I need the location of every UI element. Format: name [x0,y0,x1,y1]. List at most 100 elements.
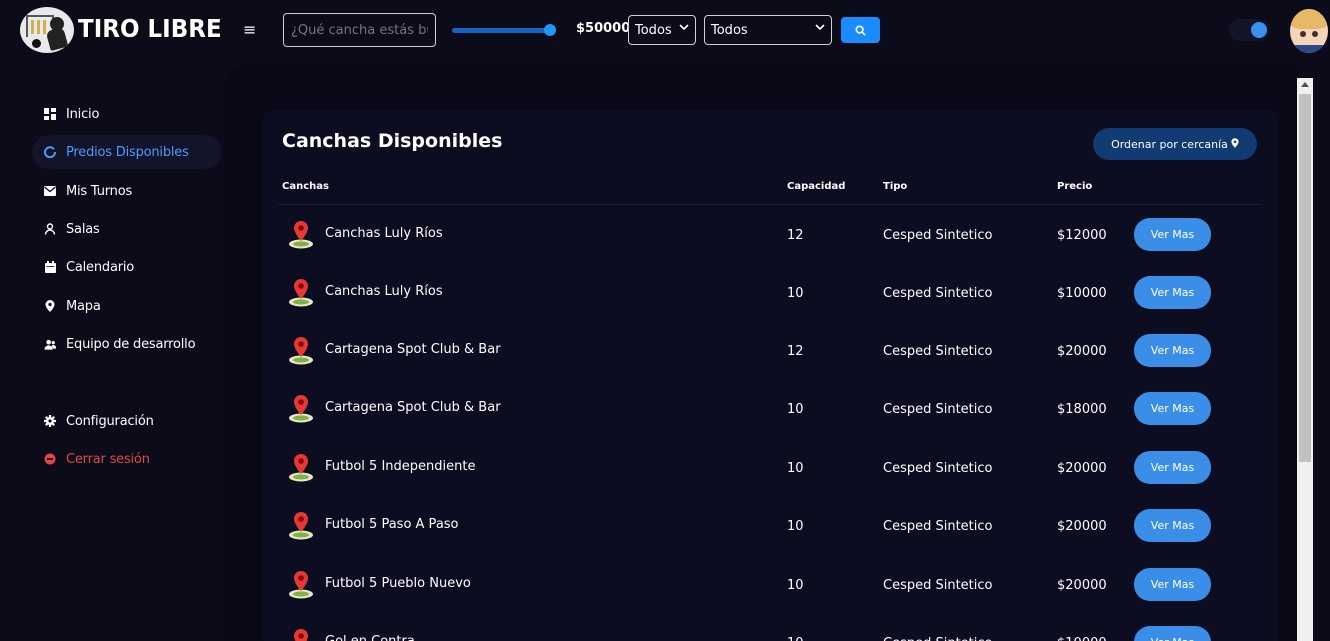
filter-select-2[interactable]: Todos [704,15,832,45]
order-by-proximity-button[interactable]: Ordenar por cercanía [1093,128,1257,160]
cancha-capacity: 10 [787,286,804,301]
player-body-graphic [45,27,69,51]
ver-mas-button[interactable]: Ver Mas [1134,451,1211,484]
avatar-hair [1290,9,1328,29]
sidebar-item-label: Calendario [66,259,135,275]
cancha-name: Canchas Luly Ríos [325,226,443,241]
map-pin-icon [44,300,56,312]
sidebar-item-label: Equipo de desarrollo [66,336,196,352]
chevron-down-icon [815,22,825,35]
brand-name[interactable]: TIRO LIBRE [78,14,222,43]
cancha-type: Cesped Sintetico [883,636,993,641]
sidebar-item-equipo-de-desarrollo[interactable]: Equipo de desarrollo [32,327,222,361]
sidebar-item-label: Salas [66,221,100,237]
sidebar-item-mis-turnos[interactable]: Mis Turnos [32,174,222,208]
sidebar-item-label: Inicio [66,106,100,122]
cancha-capacity: 12 [787,344,804,359]
cancha-capacity: 12 [787,228,804,243]
calendar-icon [44,261,56,273]
scrollbar[interactable] [1297,78,1313,641]
map-pin-icon [1231,137,1239,151]
sidebar-item-predios-disponibles[interactable]: Predios Disponibles [32,135,222,169]
users-icon [44,338,56,350]
sidebar-item-inicio[interactable]: Inicio [32,97,222,131]
logout-icon [44,453,56,465]
price-slider-thumb[interactable] [544,24,556,36]
cancha-name: Futbol 5 Pueblo Nuevo [325,576,471,591]
table-row: Canchas Luly Ríos 10 Cesped Sintetico $1000… [278,263,1262,321]
search-icon [855,21,866,40]
cancha-name: Futbol 5 Paso A Paso [325,517,459,532]
table-row: Cartagena Spot Club & Bar 10 Cesped Sintet… [278,379,1262,437]
scroll-up-arrow-icon[interactable] [1301,82,1309,87]
ver-mas-button[interactable]: Ver Mas [1134,334,1211,367]
filter-select-1[interactable]: Todos [628,15,696,45]
avatar[interactable] [1290,9,1328,53]
loading-ring-icon [44,146,56,158]
field-location-pin-icon [288,393,314,425]
cancha-type: Cesped Sintetico [883,286,993,301]
column-header-capacidad: Capacidad [787,181,846,192]
sidebar-item-salas[interactable]: Salas [32,212,222,246]
ver-mas-button[interactable]: Ver Mas [1134,276,1211,309]
ver-mas-button[interactable]: Ver Mas [1134,392,1211,425]
cancha-name: Gol en Contra [325,634,415,641]
cancha-price: $20000 [1057,578,1107,593]
scrollbar-thumb[interactable] [1299,94,1311,462]
filter-select-2-value: Todos [711,22,748,38]
cancha-type: Cesped Sintetico [883,578,993,593]
sidebar-item-label: Configuración [66,413,154,429]
field-location-pin-icon [288,277,314,309]
table-row: Cartagena Spot Club & Bar 12 Cesped Sintet… [278,321,1262,379]
ver-mas-button[interactable]: Ver Mas [1134,218,1211,251]
ver-mas-button[interactable]: Ver Mas [1134,626,1211,641]
table-row: Futbol 5 Independiente 10 Cesped Sintetico… [278,438,1262,496]
table-row: Canchas Luly Ríos 12 Cesped Sintetico $1200… [278,205,1262,263]
sidebar-item-label: Mis Turnos [66,183,133,199]
sidebar-item-label: Cerrar sesión [66,451,150,467]
cancha-type: Cesped Sintetico [883,228,993,243]
search-input[interactable] [283,13,436,47]
filter-select-1-value: Todos [635,22,672,38]
dark-mode-toggle[interactable] [1229,19,1269,41]
field-location-pin-icon [288,335,314,367]
cancha-name: Canchas Luly Ríos [325,284,443,299]
sidebar-item-mapa[interactable]: Mapa [32,289,222,323]
search-button[interactable] [841,17,880,43]
cancha-price: $10000 [1057,286,1107,301]
column-header-tipo: Tipo [883,181,908,192]
sidebar-item-calendario[interactable]: Calendario [32,250,222,284]
cancha-name: Cartagena Spot Club & Bar [325,400,501,415]
price-slider-track [452,28,556,33]
sidebar-item-configuracion[interactable]: Configuración [32,404,222,438]
cancha-price: $18000 [1057,402,1107,417]
price-slider[interactable] [452,24,556,36]
field-location-pin-icon [288,569,314,601]
envelope-icon [44,185,56,197]
hamburger-menu-icon[interactable]: ≡ [243,20,256,39]
cancha-type: Cesped Sintetico [883,519,993,534]
sidebar-item-label: Predios Disponibles [66,144,189,160]
cancha-capacity: 10 [787,402,804,417]
cancha-capacity: 10 [787,578,804,593]
ball-graphic [32,39,41,48]
user-icon [44,223,56,235]
field-location-pin-icon [288,510,314,542]
cancha-type: Cesped Sintetico [883,344,993,359]
cancha-name: Futbol 5 Independiente [325,459,476,474]
cancha-price: $20000 [1057,519,1107,534]
cancha-price: $10000 [1057,636,1107,641]
cancha-capacity: 10 [787,636,804,641]
sidebar-item-label: Mapa [66,298,101,314]
top-bar: TIRO LIBRE ≡ $50000 Todos Todos [0,0,1330,64]
cancha-type: Cesped Sintetico [883,461,993,476]
sidebar-item-cerrar-sesion[interactable]: Cerrar sesión [32,442,222,476]
logo[interactable] [20,7,74,53]
field-location-pin-icon [288,627,314,641]
avatar-eye [1300,31,1306,37]
field-location-pin-icon [288,452,314,484]
ver-mas-button[interactable]: Ver Mas [1134,509,1211,542]
ver-mas-button[interactable]: Ver Mas [1134,568,1211,601]
page-title: Canchas Disponibles [282,130,503,152]
avatar-eye [1312,31,1318,37]
